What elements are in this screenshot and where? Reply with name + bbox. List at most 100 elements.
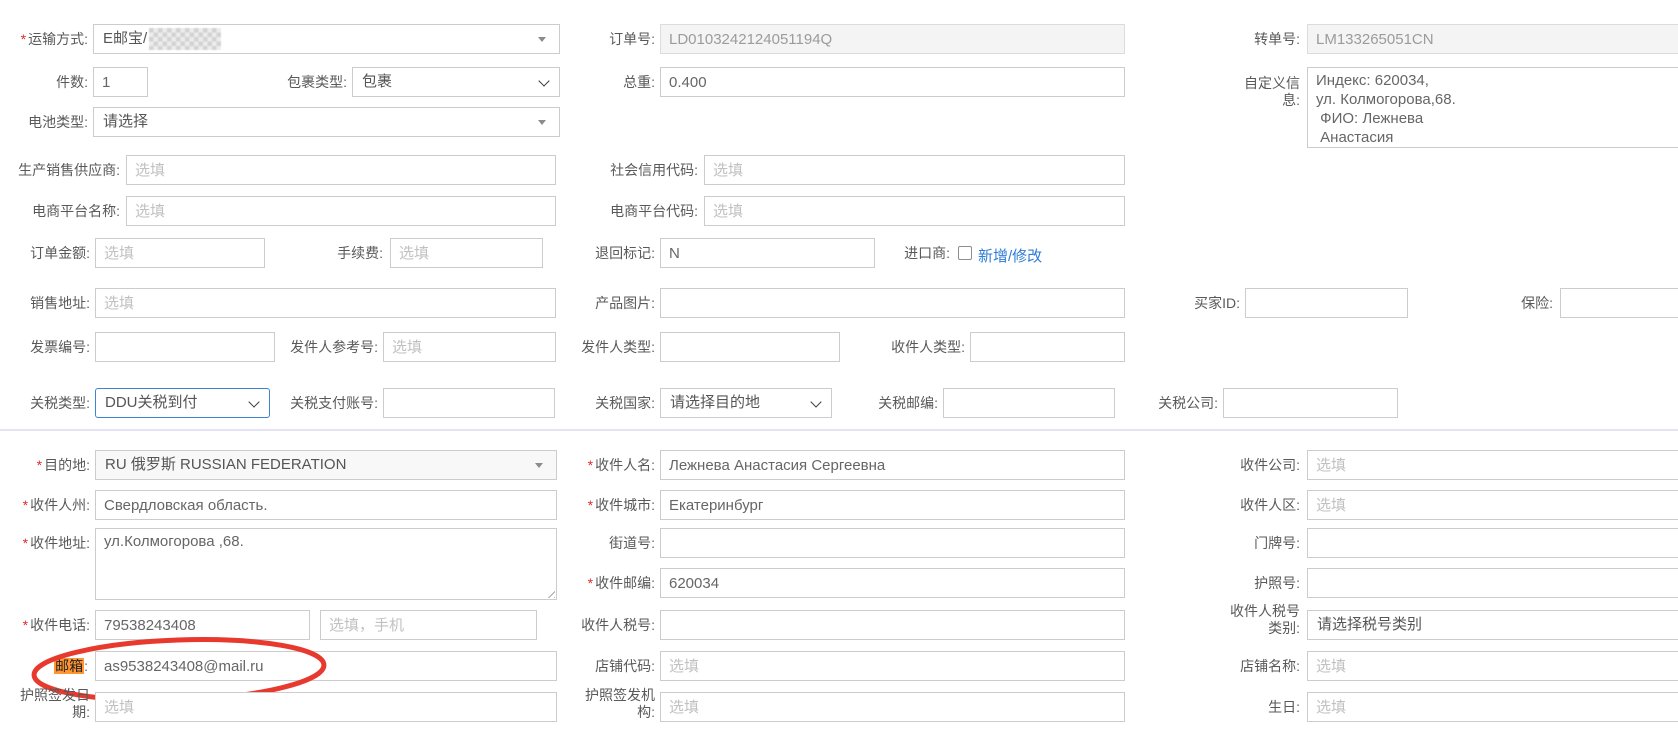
birthday-input[interactable] <box>1307 692 1678 722</box>
duty-pay-account-label: 关税支付账号: <box>285 395 378 412</box>
recipient-city-label: *收件城市: <box>567 497 655 514</box>
duty-company-input[interactable] <box>1223 388 1398 418</box>
transfer-no-input <box>1307 24 1678 54</box>
platform-name-input[interactable] <box>126 196 556 226</box>
destination-label: *目的地: <box>2 457 90 474</box>
sender-ref-no-input[interactable] <box>383 332 556 362</box>
required-asterisk: * <box>21 31 26 47</box>
importer-add-edit-link[interactable]: 新增/修改 <box>978 245 1042 266</box>
sender-type-label: 发件人类型: <box>580 339 655 356</box>
invoice-no-input[interactable] <box>95 332 275 362</box>
recipient-city-input[interactable] <box>660 490 1125 520</box>
battery-type-label: 电池类型: <box>0 114 88 131</box>
duty-zip-label: 关税邮编: <box>863 395 938 412</box>
email-label: 邮箱: <box>0 658 88 675</box>
order-amount-input[interactable] <box>95 238 265 268</box>
pieces-input[interactable] <box>93 67 148 97</box>
duty-type-label: 关税类型: <box>15 395 90 412</box>
recipient-tax-type-label: 收件人税号类别: <box>1225 603 1300 637</box>
recipient-zip-label: *收件邮编: <box>567 575 655 592</box>
recipient-name-label: *收件人名: <box>567 457 655 474</box>
shop-code-label: 店铺代码: <box>580 658 655 675</box>
recipient-state-input[interactable] <box>95 490 557 520</box>
sales-address-input[interactable] <box>95 288 556 318</box>
custom-info-label: 自定义信息: <box>1240 75 1300 109</box>
recipient-type-label: 收件人类型: <box>878 339 965 356</box>
producer-supplier-input[interactable] <box>126 155 556 185</box>
battery-type-select[interactable]: 请选择 <box>93 107 560 137</box>
destination-select[interactable]: RU 俄罗斯 RUSSIAN FEDERATION <box>95 450 557 480</box>
censored-blur <box>149 28 221 50</box>
recipient-address-textarea[interactable]: ул.Колмогорова ,68. <box>95 528 557 600</box>
passport-no-label: 护照号: <box>1237 575 1300 592</box>
duty-country-select[interactable]: 请选择目的地 <box>660 388 832 418</box>
return-mark-label: 退回标记: <box>580 245 655 262</box>
package-type-label: 包裹类型: <box>259 74 347 91</box>
invoice-no-label: 发票编号: <box>15 339 90 356</box>
handling-fee-input[interactable] <box>390 238 543 268</box>
birthday-label: 生日: <box>1212 699 1300 716</box>
sales-address-label: 销售地址: <box>15 295 90 312</box>
total-weight-input[interactable] <box>660 67 1125 97</box>
required-asterisk: * <box>37 457 42 473</box>
recipient-company-input[interactable] <box>1307 450 1678 480</box>
passport-issue-date-input[interactable] <box>95 692 557 722</box>
importer-label: 进口商: <box>888 245 950 262</box>
chevron-down-icon <box>248 396 259 407</box>
insurance-label: 保险: <box>1515 295 1553 312</box>
recipient-name-input[interactable] <box>660 450 1125 480</box>
product-image-input[interactable] <box>660 288 1125 318</box>
chevron-down-icon <box>538 120 546 129</box>
house-no-input[interactable] <box>1307 528 1678 558</box>
recipient-zip-input[interactable] <box>660 568 1125 598</box>
street-no-input[interactable] <box>660 528 1125 558</box>
recipient-phone-input[interactable] <box>95 610 310 640</box>
recipient-district-label: 收件人区: <box>1212 497 1300 514</box>
passport-issue-org-input[interactable] <box>660 692 1125 722</box>
chevron-down-icon <box>538 37 546 46</box>
social-credit-code-input[interactable] <box>704 155 1125 185</box>
passport-no-input[interactable] <box>1307 568 1678 598</box>
shipping-method-select[interactable]: E邮宝/ <box>93 24 560 54</box>
recipient-mobile-input[interactable] <box>320 610 537 640</box>
duty-type-select[interactable]: DDU关税到付 <box>95 388 270 418</box>
required-asterisk: * <box>23 535 28 551</box>
passport-issue-org-label: 护照签发机构: <box>580 687 655 721</box>
shop-code-input[interactable] <box>660 651 1125 681</box>
insurance-input[interactable] <box>1560 288 1678 318</box>
duty-pay-account-input[interactable] <box>383 388 555 418</box>
passport-issue-date-label: 护照签发日期: <box>15 687 90 721</box>
buyer-id-label: 买家ID: <box>1180 295 1240 312</box>
duty-company-label: 关税公司: <box>1143 395 1218 412</box>
sender-ref-no-label: 发件人参考号: <box>285 339 378 356</box>
required-asterisk: * <box>23 497 28 513</box>
chevron-down-icon <box>535 463 543 472</box>
required-asterisk: * <box>588 575 593 591</box>
producer-supplier-label: 生产销售供应商: <box>8 162 120 179</box>
handling-fee-label: 手续费: <box>322 245 383 262</box>
sender-type-input[interactable] <box>660 332 840 362</box>
duty-country-label: 关税国家: <box>580 395 655 412</box>
shop-name-input[interactable] <box>1307 651 1678 681</box>
return-mark-input[interactable] <box>660 238 875 268</box>
shop-name-label: 店铺名称: <box>1212 658 1300 675</box>
buyer-id-input[interactable] <box>1245 288 1408 318</box>
required-asterisk: * <box>23 617 28 633</box>
recipient-tax-no-input[interactable] <box>660 610 1125 640</box>
recipient-district-input[interactable] <box>1307 490 1678 520</box>
recipient-type-input[interactable] <box>970 332 1125 362</box>
chevron-down-icon <box>538 75 549 86</box>
platform-name-label: 电商平台名称: <box>22 203 120 220</box>
recipient-phone-label: *收件电话: <box>2 617 90 634</box>
recipient-company-label: 收件公司: <box>1212 457 1300 474</box>
recipient-tax-type-select[interactable]: 请选择税号类别 <box>1307 610 1678 640</box>
recipient-address-label: *收件地址: <box>2 535 90 552</box>
section-divider <box>0 429 1678 431</box>
social-credit-code-label: 社会信用代码: <box>600 162 698 179</box>
platform-code-input[interactable] <box>704 196 1125 226</box>
custom-info-textarea[interactable]: Индекс: 620034, ул. Колмогорова,68. ФИО:… <box>1307 67 1678 148</box>
email-input[interactable] <box>95 651 557 681</box>
package-type-select[interactable]: 包裹 <box>352 67 560 97</box>
importer-checkbox[interactable] <box>958 246 972 260</box>
duty-zip-input[interactable] <box>943 388 1115 418</box>
